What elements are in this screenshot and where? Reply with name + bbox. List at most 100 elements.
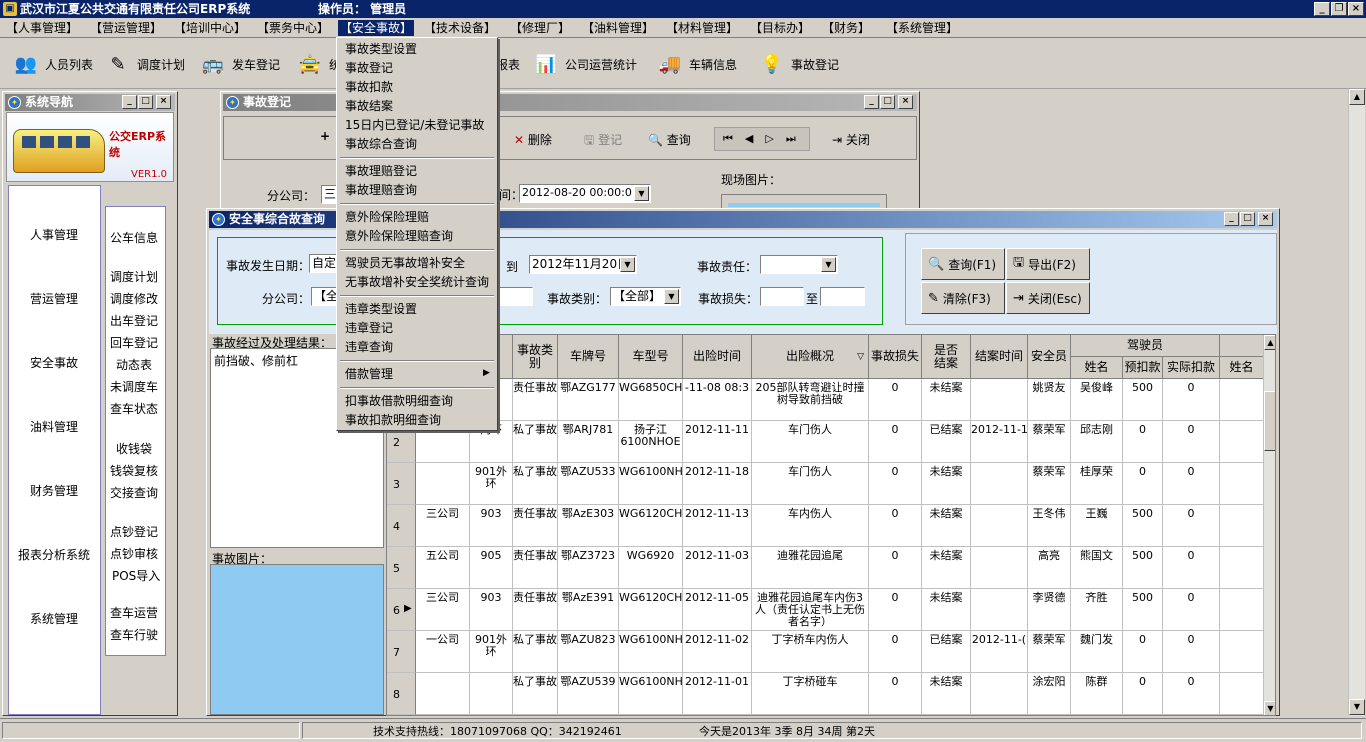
grid-cell[interactable]: 2012-11-05 [683,589,752,631]
grid-cell[interactable]: WG6850CHK [619,379,683,421]
grid-cell[interactable]: 车门伤人 [752,421,869,463]
register-maximize-icon[interactable]: □ [880,95,895,109]
grid-cell[interactable]: 桂厚荣 [1071,463,1123,505]
grid-cell[interactable]: 蔡荣军 [1028,421,1071,463]
grid-cell[interactable]: 私了事故 [513,463,558,505]
grid-cell[interactable] [1220,505,1264,547]
date-to-field[interactable]: 2012年11月20日 ▼ [529,255,637,274]
nav-fn-item[interactable]: 出车登记 [110,312,158,329]
grid-col-header[interactable]: 事故类别 [513,335,558,379]
grid-cell[interactable]: 责任事故 [513,505,558,547]
grid-cell[interactable] [1220,379,1264,421]
nav-module-system[interactable]: 系统管理 [9,610,99,627]
grid-cell[interactable]: -11-08 08:3 [683,379,752,421]
grid-cell[interactable]: 高亮 [1028,547,1071,589]
grid-cell[interactable] [470,673,513,715]
grid-cell[interactable]: 鄂AZU539 [558,673,619,715]
grid-cell[interactable]: 2012-11-18 [683,463,752,505]
menu-item[interactable]: 事故扣款 [345,79,393,95]
grid-cell[interactable]: 500 [1123,505,1163,547]
grid-col-header[interactable]: 安全员 [1028,335,1071,379]
grid-cell[interactable] [971,379,1028,421]
grid-cell[interactable] [971,547,1028,589]
menu-hr[interactable]: 【人事管理】 [4,20,80,36]
grid-cell[interactable]: 涂宏阳 [1028,673,1071,715]
grid-cell[interactable]: WG6120CHA [619,505,683,547]
grid-cell[interactable]: 0 [869,463,922,505]
nav-fn-item[interactable]: 查车状态 [110,400,158,417]
grid-cell[interactable]: 已结案 [922,421,971,463]
toolbar-company-stats[interactable]: 📊 公司运营统计 [532,47,637,81]
grid-cell[interactable] [971,673,1028,715]
grid-cell[interactable]: 鄂AZU823 [558,631,619,673]
menu-target[interactable]: 【目标办】 [748,20,812,36]
nav-module-operations[interactable]: 营运管理 [9,290,99,307]
grid-row-number[interactable]: 4 [387,505,416,547]
nav-fn-item[interactable]: 交接查询 [110,484,158,501]
grid-cell[interactable]: 未结案 [922,673,971,715]
menu-item[interactable]: 违章查询 [345,339,393,355]
restore-icon[interactable]: ❐ [1331,2,1347,16]
menu-item[interactable]: 事故登记 [345,60,393,76]
grid-col-header[interactable]: 事故损失 [869,335,922,379]
responsibility-select[interactable]: ▼ [760,255,838,274]
grid-cell[interactable]: 姚贤友 [1028,379,1071,421]
add-icon[interactable]: + [320,129,330,143]
nav-module-fuel[interactable]: 油料管理 [9,418,99,435]
grid-cell[interactable]: 吴俊峰 [1071,379,1123,421]
grid-cell[interactable]: 2012-11-13 [683,505,752,547]
grid-cell[interactable]: 三公司 [416,589,470,631]
grid-cell[interactable] [1220,673,1264,715]
menu-item[interactable]: 事故扣款明细查询 [345,412,441,428]
close-button[interactable]: ⇥ 关闭 [832,131,870,148]
grid-row-number[interactable]: 3 [387,463,416,505]
grid-cell[interactable]: 0 [869,547,922,589]
grid-cell[interactable]: 齐胜 [1071,589,1123,631]
nav-fn-item[interactable]: 收钱袋 [116,440,152,457]
chevron-down-icon[interactable]: ▼ [634,186,649,201]
grid-cell[interactable]: 私了事故 [513,421,558,463]
grid-cell[interactable]: 车内伤人 [752,505,869,547]
grid-cell[interactable] [416,673,470,715]
toolbar-dispatch-plan[interactable]: ✎ 调度计划 [104,47,185,81]
grid-cell[interactable]: 邱志刚 [1071,421,1123,463]
grid-cell[interactable] [416,463,470,505]
menu-fuel[interactable]: 【油料管理】 [580,20,656,36]
grid-col-header[interactable]: 车牌号 [558,335,619,379]
grid-cell[interactable] [971,463,1028,505]
nav-fn-item[interactable]: 查车行驶 [110,626,158,643]
grid-cell[interactable]: 丁字桥车内伤人 [752,631,869,673]
nav-maximize-icon[interactable]: □ [138,95,153,109]
toolbar-report[interactable]: 报表 [496,47,520,81]
type-select[interactable]: 【全部】 ▼ [610,287,681,306]
nav-module-safety[interactable]: 安全事故 [9,354,99,371]
grid-cell[interactable]: 0 [1123,421,1163,463]
minimize-icon[interactable]: _ [1314,2,1330,16]
grid-cell[interactable]: 0 [1163,631,1220,673]
grid-cell[interactable]: 205部队转弯避让时撞树导致前挡破 [752,379,869,421]
grid-cell[interactable]: 0 [869,379,922,421]
menu-item[interactable]: 意外险保险理赔 [345,209,429,225]
query-minimize-icon[interactable]: _ [1224,212,1239,226]
loss-min-input[interactable] [760,287,804,306]
menu-item[interactable]: 事故类型设置 [345,41,417,57]
menu-item[interactable]: 15日内已登记/未登记事故 [345,117,484,133]
grid-cell[interactable]: 500 [1123,547,1163,589]
grid-cell[interactable]: 903 [470,589,513,631]
grid-cell[interactable]: 熊国文 [1071,547,1123,589]
grid-cell[interactable]: 0 [869,589,922,631]
nav-fn-item[interactable]: POS导入 [112,567,160,584]
grid-col-header[interactable]: 车型号 [619,335,683,379]
grid-cell[interactable]: 王冬伟 [1028,505,1071,547]
menu-item[interactable]: 扣事故借款明细查询 [345,393,453,409]
grid-cell[interactable]: 责任事故 [513,379,558,421]
record-navigator[interactable]: ⏮◀▷⏭ [714,127,810,151]
menu-item[interactable]: 违章登记 [345,320,393,336]
toolbar-departure[interactable]: 🚌 发车登记 [199,47,280,81]
grid-cell[interactable]: 0 [1163,421,1220,463]
grid-cell[interactable]: 2012-11-03 [683,547,752,589]
grid-cell[interactable]: 0 [869,631,922,673]
grid-cell[interactable]: 私了事故 [513,673,558,715]
loss-max-input[interactable] [820,287,865,306]
grid-col-header[interactable]: 实际扣款 [1163,357,1220,379]
